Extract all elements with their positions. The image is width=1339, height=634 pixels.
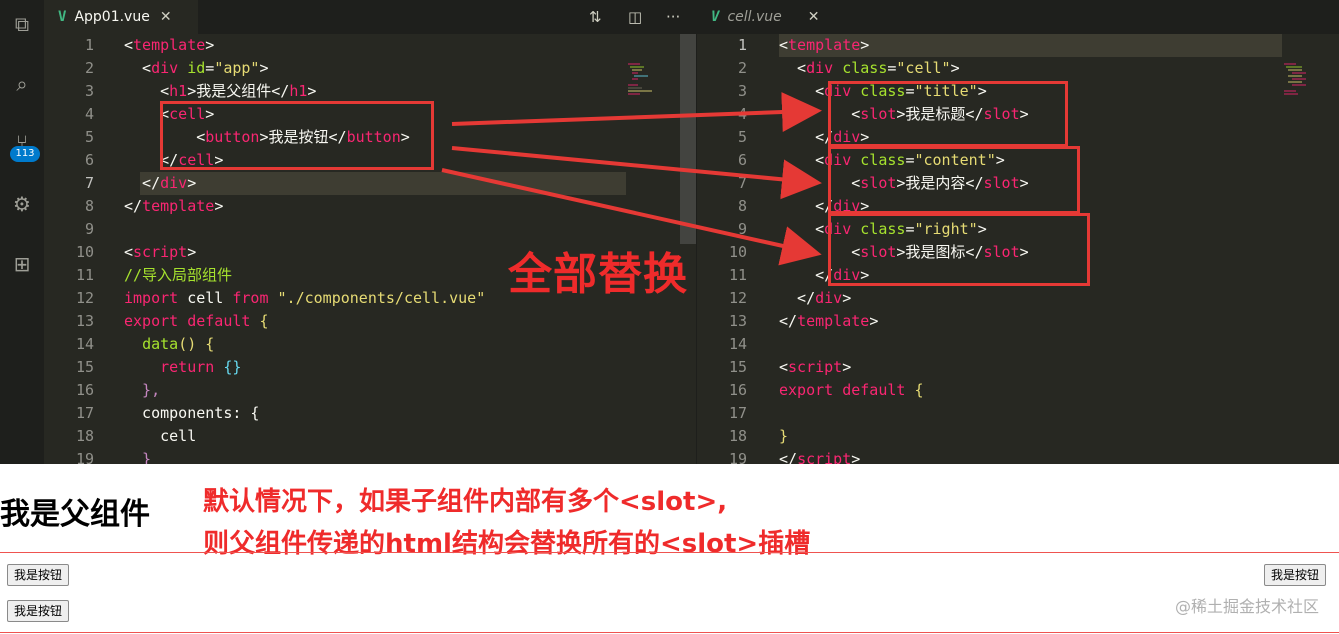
line-number: 5 [737,128,747,146]
line-number: 13 [728,312,747,330]
tab-app01-vue[interactable]: V App01.vue ✕ [44,0,198,34]
line-number: 19 [75,450,94,464]
split-editor-icon[interactable]: ◫ [628,0,642,34]
code-line: data() { [142,335,215,353]
code-line: </template> [124,197,224,215]
source-control-badge: 113 [10,146,40,162]
line-number: 6 [84,151,94,169]
slot-button[interactable]: 我是按钮 [7,564,70,586]
line-number: 17 [728,404,747,422]
line-number: 12 [728,289,747,307]
line-number: 16 [75,381,94,399]
debug-icon[interactable]: ⚙ [0,184,44,224]
code-line: } [124,450,152,464]
code-line: <template> [124,36,215,54]
tab-title: cell.vue [727,9,782,25]
line-number: 5 [84,128,94,146]
line-number: 3 [737,82,747,100]
activity-bar: ⧉ ⌕ ⑂ 113 ⚙ ⊞ [0,0,44,464]
line-number: 12 [75,289,94,307]
vue-icon: V [58,9,67,25]
code-line: <script> [124,243,197,261]
tab-title: App01.vue [74,9,150,25]
line-number: 18 [75,427,94,445]
page-heading: 我是父组件 [0,497,150,532]
divider-line [0,632,1339,633]
code-line: <template> [779,36,870,54]
line-number: 8 [737,197,747,215]
left-scrollbar[interactable] [680,34,696,244]
code-line: return {} [160,358,242,376]
line-number: 18 [728,427,747,445]
line-number: 8 [84,197,94,215]
code-line: cell [124,427,197,445]
line-number: 7 [737,174,747,192]
explorer-icon[interactable]: ⧉ [0,4,44,44]
line-number: 3 [84,82,94,100]
line-number: 4 [84,105,94,123]
code-line: </div> [124,174,197,192]
browser-preview: 我是父组件 默认情况下，如果子组件内部有多个<slot>, 则父组件传递的htm… [0,464,1339,634]
line-number: 9 [84,220,94,238]
highlight-box-title [828,81,1068,147]
extensions-icon[interactable]: ⊞ [0,244,44,284]
line-number: 17 [75,404,94,422]
code-line: components: { [124,404,260,422]
line-number: 2 [737,59,747,77]
editor-area: ⧉ ⌕ ⑂ 113 ⚙ ⊞ V App01.vue ✕ ⇅ ◫ ··· Vcell.… [0,0,1339,464]
highlight-box-content [828,146,1080,214]
code-line: } [779,427,789,445]
code-line: import cell from "./components/cell.vue" [124,289,486,307]
line-number: 15 [75,358,94,376]
code-line: <div id="app"> [124,59,269,77]
line-number: 1 [737,36,747,54]
code-line: <script> [779,358,852,376]
vue-icon: V [711,9,720,25]
divider-line [0,552,1339,553]
minimap[interactable] [626,36,656,146]
line-number: 16 [728,381,747,399]
line-number: 7 [84,174,94,192]
more-actions-icon[interactable]: ··· [666,0,680,34]
line-number: 6 [737,151,747,169]
slot-button[interactable]: 我是按钮 [1264,564,1327,586]
line-number: 19 [728,450,747,464]
line-number: 11 [728,266,747,284]
line-number: 1 [84,36,94,54]
code-line: export default { [124,312,269,330]
search-icon[interactable]: ⌕ [0,64,44,104]
code-line: </div> [779,289,852,307]
close-icon[interactable]: ✕ [808,9,820,25]
line-number: 15 [728,358,747,376]
right-tab-bar: Vcell.vue ✕ [697,0,1339,34]
line-number: 9 [737,220,747,238]
close-icon[interactable]: ✕ [160,9,172,25]
highlight-box-right [828,213,1090,286]
line-number: 13 [75,312,94,330]
minimap[interactable] [1282,36,1312,146]
compare-icon[interactable]: ⇅ [589,0,602,34]
code-line: </script> [779,450,861,464]
code-line: </template> [779,312,879,330]
note-line-1: 默认情况下，如果子组件内部有多个<slot>, [203,487,728,517]
note-line-2: 则父组件传递的html结构会替换所有的<slot>插槽 [203,529,811,559]
line-number: 10 [728,243,747,261]
code-comment: //导入局部组件 [124,266,233,284]
tab-cell-vue[interactable]: Vcell.vue ✕ [697,0,843,34]
line-number: 14 [75,335,94,353]
code-line: }, [124,381,161,399]
code-line: <div class="cell"> [779,59,960,77]
left-tab-bar: V App01.vue ✕ ⇅ ◫ ··· [44,0,696,34]
slot-button[interactable]: 我是按钮 [7,600,70,622]
code-line: export default { [779,381,924,399]
line-number: 10 [75,243,94,261]
highlight-box-cell [160,101,434,170]
line-number: 11 [75,266,94,284]
line-number: 2 [84,59,94,77]
line-number: 14 [728,335,747,353]
watermark: @稀土掘金技术社区 [1174,597,1319,616]
overlay-label: 全部替换 [508,249,688,300]
line-number: 4 [737,105,747,123]
code-line: <h1>我是父组件</h1> [124,82,317,100]
